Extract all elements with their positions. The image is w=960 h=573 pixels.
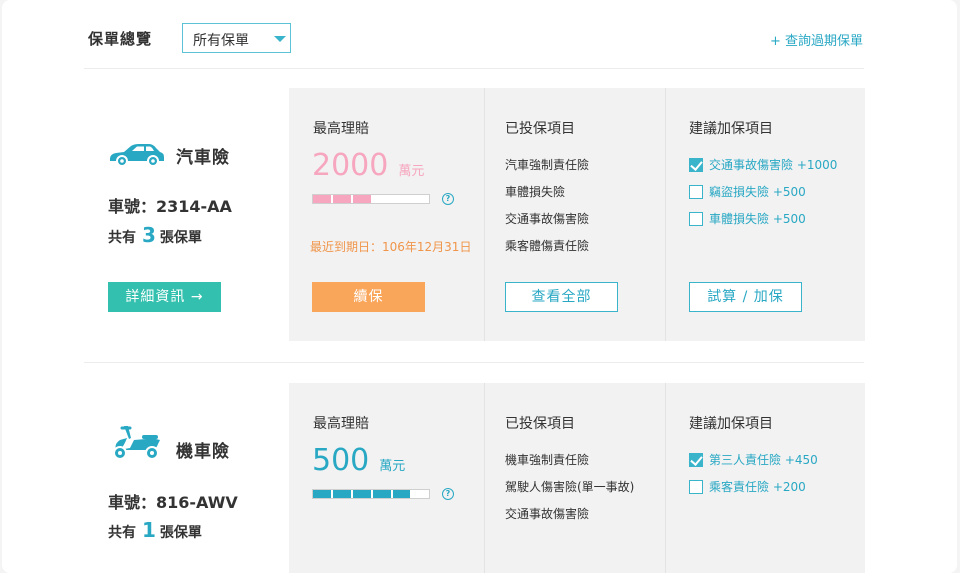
bar-segment-divider — [351, 490, 353, 498]
covered-items-column: 已投保項目 機車強制責任險 駕駛人傷害險(單一事故) 交通事故傷害險 — [485, 383, 665, 573]
checkbox-unchecked[interactable] — [689, 212, 703, 226]
bar-segment-divider — [331, 490, 333, 498]
past-policies-link[interactable]: + 查詢過期保單 — [770, 30, 863, 49]
scooter-policy-panel: 最高理賠 500 萬元 ? 已投保項目 機車強制責任險 駕駛人傷害險(單一事故) … — [289, 383, 865, 573]
page-title: 保單總覽 — [88, 30, 153, 48]
policy-count-prefix: 共有 — [108, 525, 136, 541]
max-claim-label: 最高理賠 — [313, 121, 369, 137]
max-claim-amount: 500 萬元 — [312, 443, 405, 478]
max-claim-value: 2000 — [312, 148, 389, 183]
covered-items-label: 已投保項目 — [505, 416, 575, 432]
covered-items-label: 已投保項目 — [505, 121, 575, 137]
policy-count-number: 1 — [142, 518, 156, 542]
bar-segment-divider — [391, 490, 393, 498]
max-claim-column: 最高理賠 2000 萬元 ? 最近到期日：106年12月31日 續保 — [289, 88, 484, 341]
policy-filter-value: 所有保單 — [193, 33, 249, 49]
plate-number: 車號：2314-AA — [108, 197, 232, 216]
renew-button[interactable]: 續保 — [312, 282, 425, 312]
checkbox-unchecked[interactable] — [689, 185, 703, 199]
policy-filter-select[interactable]: 所有保單 — [182, 23, 291, 53]
covered-item: 機車強制責任險 — [505, 453, 590, 467]
policy-count-number: 3 — [142, 223, 156, 247]
suggestion-label: 第三人責任險 +450 — [709, 453, 818, 467]
covered-item: 駕駛人傷害險(單一事故) — [505, 480, 635, 494]
covered-item: 交通事故傷害險 — [505, 212, 590, 226]
max-claim-column: 最高理賠 500 萬元 ? — [289, 383, 484, 573]
bar-segment-divider — [331, 195, 333, 203]
policy-count-suffix: 張保單 — [159, 230, 202, 246]
plate-number: 車號：816-AWV — [108, 493, 238, 512]
checkbox-checked[interactable] — [689, 453, 703, 467]
expiry-date-text: 最近到期日：106年12月31日 — [310, 240, 472, 254]
bar-segment-divider — [351, 195, 353, 203]
suggestion-label: 竊盜損失險 +500 — [709, 185, 806, 199]
view-all-button[interactable]: 查看全部 — [505, 282, 618, 312]
suggested-items-column: 建議加保項目 第三人責任險 +450 乘客責任險 +200 — [666, 383, 865, 573]
header-divider — [84, 68, 864, 69]
max-claim-unit: 萬元 — [379, 459, 406, 474]
covered-items-column: 已投保項目 汽車強制責任險 車體損失險 交通事故傷害險 乘客體傷責任險 查看全部 — [485, 88, 665, 341]
max-claim-amount: 2000 萬元 — [312, 148, 424, 183]
suggestion-label: 乘客責任險 +200 — [709, 480, 806, 494]
policy-count-prefix: 共有 — [108, 230, 136, 246]
covered-item: 乘客體傷責任險 — [505, 239, 590, 253]
checkbox-unchecked[interactable] — [689, 480, 703, 494]
suggestion-label: 車體損失險 +500 — [709, 212, 806, 226]
claim-progress-bar — [312, 489, 430, 499]
calculate-add-button[interactable]: 試算 / 加保 — [689, 282, 802, 312]
section-divider — [84, 362, 864, 363]
max-claim-value: 500 — [312, 443, 370, 478]
max-claim-label: 最高理賠 — [313, 416, 369, 432]
covered-item: 汽車強制責任險 — [505, 158, 590, 172]
policy-count: 共有 1 張保單 — [108, 518, 202, 542]
checkbox-checked[interactable] — [689, 158, 703, 172]
claim-progress-fill — [313, 195, 371, 203]
car-policy-panel: 最高理賠 2000 萬元 ? 最近到期日：106年12月31日 續保 已投保項目 … — [289, 88, 865, 341]
covered-item: 車體損失險 — [505, 185, 566, 199]
suggested-items-label: 建議加保項目 — [689, 121, 773, 137]
caret-down-icon — [274, 36, 286, 42]
policy-type-name: 機車險 — [176, 442, 230, 462]
claim-progress-fill — [313, 490, 411, 498]
policy-type-name: 汽車險 — [176, 148, 230, 168]
suggested-items-label: 建議加保項目 — [689, 416, 773, 432]
max-claim-unit: 萬元 — [398, 164, 425, 179]
help-icon[interactable]: ? — [442, 488, 454, 500]
suggestion-label: 交通事故傷害險 +1000 — [709, 158, 838, 172]
car-icon — [110, 144, 164, 167]
claim-progress-bar — [312, 194, 430, 204]
policy-overview-page: 保單總覽 所有保單 + 查詢過期保單 汽車險 車號：2314-AA 共有 3 張保單… — [2, 0, 957, 573]
covered-item: 交通事故傷害險 — [505, 507, 590, 521]
detail-info-button[interactable]: 詳細資訊 → — [108, 282, 221, 312]
help-icon[interactable]: ? — [442, 193, 454, 205]
policy-count: 共有 3 張保單 — [108, 223, 202, 247]
bar-segment-divider — [371, 490, 373, 498]
suggested-items-column: 建議加保項目 交通事故傷害險 +1000 竊盜損失險 +500 車體損失險 +5… — [666, 88, 865, 341]
policy-count-suffix: 張保單 — [159, 525, 202, 541]
scooter-icon — [113, 426, 160, 460]
